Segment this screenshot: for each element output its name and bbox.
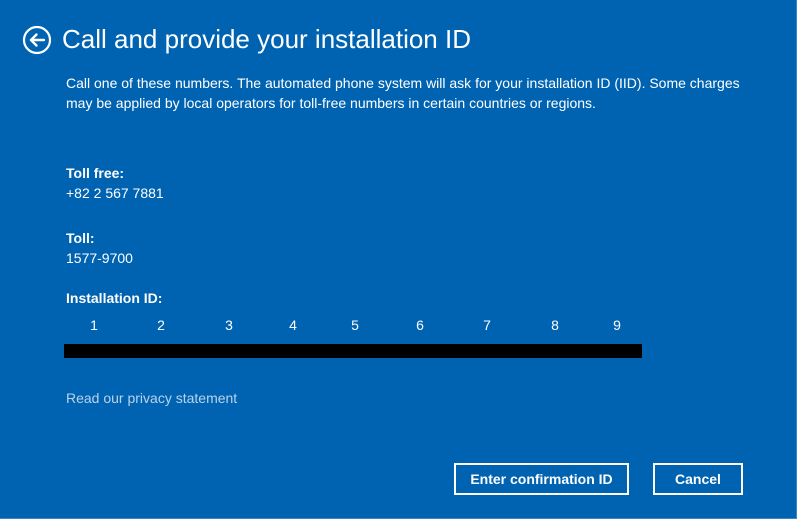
- iid-group-number: 8: [551, 317, 559, 333]
- iid-group-number: 3: [225, 317, 233, 333]
- installation-id-redacted-value: [64, 344, 642, 358]
- instructions-text: Call one of these numbers. The automated…: [66, 75, 740, 111]
- toll-free-number: +82 2 567 7881: [66, 185, 164, 201]
- toll-free-label: Toll free:: [66, 165, 125, 181]
- privacy-statement-link[interactable]: Read our privacy statement: [66, 389, 237, 407]
- iid-group-number: 4: [289, 317, 297, 333]
- iid-group-number: 5: [351, 317, 359, 333]
- iid-group-number: 6: [416, 317, 424, 333]
- enter-confirmation-id-button[interactable]: Enter confirmation ID: [454, 463, 629, 495]
- iid-group-number: 1: [90, 317, 98, 333]
- back-button[interactable]: [22, 25, 52, 55]
- toll-label: Toll:: [66, 230, 95, 246]
- iid-group-number: 2: [157, 317, 165, 333]
- installation-id-label: Installation ID:: [66, 290, 163, 306]
- iid-group-number: 9: [613, 317, 621, 333]
- iid-group-number: 7: [483, 317, 491, 333]
- activation-dialog: Call and provide your installation ID Ca…: [0, 0, 797, 519]
- toll-number: 1577-9700: [66, 250, 133, 266]
- back-arrow-circle-icon: [22, 25, 52, 55]
- page-title: Call and provide your installation ID: [62, 24, 471, 54]
- cancel-button[interactable]: Cancel: [653, 463, 743, 495]
